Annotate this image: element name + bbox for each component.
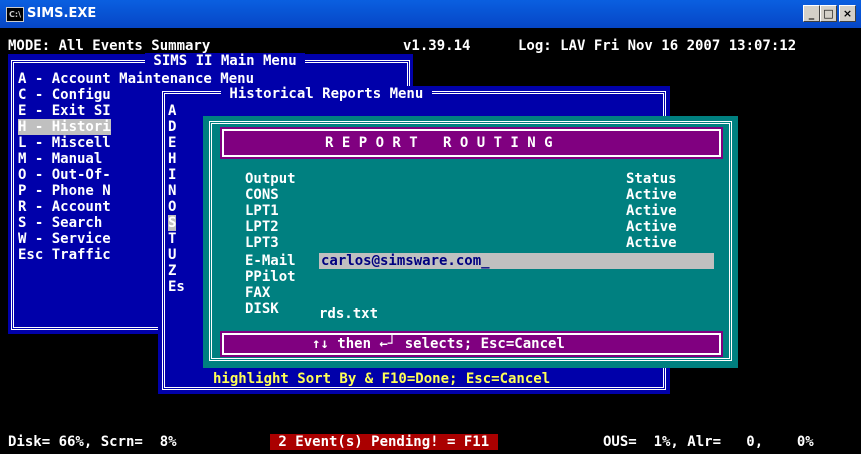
main-menu-item[interactable]: R - Account bbox=[18, 199, 111, 215]
disk-filename[interactable]: rds.txt bbox=[319, 306, 378, 322]
disk-usage-status: Disk= 66%, Scrn= 8% bbox=[8, 434, 177, 450]
console-screen: MODE: All Events Summary v1.39.14 Log: L… bbox=[8, 28, 861, 454]
main-menu-item[interactable]: M - Manual bbox=[18, 151, 111, 167]
report-routing-title: R E P O R T R O U T I N G bbox=[325, 135, 553, 151]
console-icon: C:\ bbox=[6, 7, 24, 22]
fax-label[interactable]: FAX bbox=[245, 285, 270, 301]
ous-status: OUS= 1%, Alr= 0, 0% bbox=[603, 434, 814, 450]
historical-menu-item[interactable]: Z bbox=[168, 263, 176, 279]
main-menu-item[interactable]: S - Search bbox=[18, 215, 111, 231]
historical-menu-item[interactable]: T bbox=[168, 231, 176, 247]
report-routing-hint: ↑↓ then ←┘ selects; Esc=Cancel bbox=[312, 336, 565, 352]
title-bar[interactable]: C:\ SIMS.EXE _ □ × bbox=[0, 0, 861, 28]
historical-menu-item[interactable]: D bbox=[168, 119, 176, 135]
disk-label[interactable]: DISK bbox=[245, 301, 279, 317]
main-menu-item[interactable]: A - Account Maintenance Menu bbox=[18, 71, 254, 87]
routing-output-name[interactable]: LPT2 bbox=[245, 219, 279, 235]
version-label: v1.39.14 bbox=[403, 38, 471, 54]
historical-menu-item[interactable]: U bbox=[168, 247, 176, 263]
routing-output-status: Active bbox=[626, 235, 677, 251]
report-routing-footer: ↑↓ then ←┘ selects; Esc=Cancel bbox=[220, 331, 723, 357]
historical-menu-item[interactable]: Es bbox=[168, 279, 185, 295]
main-menu-title: SIMS II Main Menu bbox=[145, 53, 306, 69]
main-menu-item[interactable]: Esc Traffic bbox=[18, 247, 111, 263]
historical-menu-item[interactable]: O bbox=[168, 199, 176, 215]
routing-output-name[interactable]: CONS bbox=[245, 187, 279, 203]
window-title: SIMS.EXE bbox=[27, 6, 97, 21]
email-input-value: carlos@simsware.com_ bbox=[321, 253, 490, 269]
console-window: C:\ SIMS.EXE _ □ × MODE: All Events Summ… bbox=[0, 0, 861, 454]
minimize-button[interactable]: _ bbox=[803, 5, 820, 22]
historical-menu-item[interactable]: A bbox=[168, 103, 176, 119]
output-column-header: Output bbox=[245, 171, 296, 187]
main-menu-item[interactable]: C - Configu bbox=[18, 87, 111, 103]
email-input[interactable]: carlos@simsware.com_ bbox=[319, 253, 714, 269]
main-menu-item[interactable]: E - Exit SI bbox=[18, 103, 111, 119]
historical-menu-item[interactable]: S bbox=[168, 215, 177, 231]
routing-output-status: Active bbox=[626, 187, 677, 203]
historical-menu-item[interactable]: I bbox=[168, 167, 176, 183]
routing-output-name[interactable]: LPT1 bbox=[245, 203, 279, 219]
mode-label: MODE: All Events Summary bbox=[8, 38, 211, 54]
report-routing-header: R E P O R T R O U T I N G bbox=[220, 127, 723, 159]
main-menu-item[interactable]: H - Histori bbox=[18, 119, 111, 135]
log-label: Log: LAV Fri Nov 16 2007 13:07:12 bbox=[518, 38, 797, 54]
email-label: E-Mail bbox=[245, 253, 296, 269]
main-menu-item[interactable]: P - Phone N bbox=[18, 183, 111, 199]
ppilot-label[interactable]: PPilot bbox=[245, 269, 296, 285]
historical-menu-item[interactable]: H bbox=[168, 151, 176, 167]
historical-menu-item[interactable]: E bbox=[168, 135, 176, 151]
main-menu-item[interactable]: L - Miscell bbox=[18, 135, 111, 151]
historical-menu-title: Historical Reports Menu bbox=[221, 86, 432, 102]
historical-menu-hint: highlight Sort By & F10=Done; Esc=Cancel bbox=[213, 371, 551, 387]
routing-output-status: Active bbox=[626, 219, 677, 235]
routing-output-name[interactable]: LPT3 bbox=[245, 235, 279, 251]
maximize-button[interactable]: □ bbox=[820, 5, 837, 22]
main-menu-item[interactable]: W - Service bbox=[18, 231, 111, 247]
routing-output-status: Active bbox=[626, 203, 677, 219]
main-menu-item[interactable]: O - Out-Of- bbox=[18, 167, 111, 183]
historical-menu-item[interactable]: N bbox=[168, 183, 176, 199]
pending-events-status[interactable]: 2 Event(s) Pending! = F11 bbox=[270, 434, 498, 450]
status-column-header: Status bbox=[626, 171, 677, 187]
close-button[interactable]: × bbox=[839, 5, 856, 22]
